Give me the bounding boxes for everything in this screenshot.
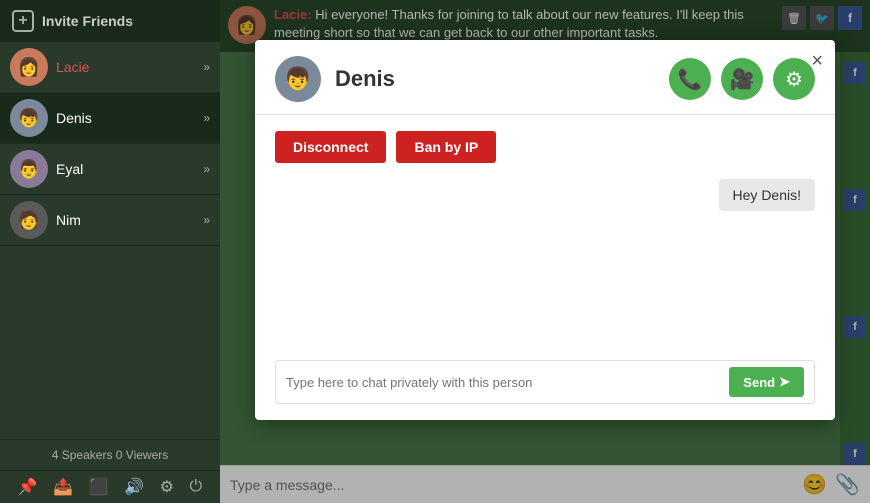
modal-settings-button[interactable]: ⚙ [773, 58, 815, 100]
send-button[interactable]: Send ➤ [729, 367, 804, 397]
app-container: + Invite Friends 👩 Lacie » 👦 Denis » 👨 E… [0, 0, 870, 503]
upload-button[interactable]: 📤 [53, 477, 73, 497]
modal-body: Disconnect Ban by IP Hey Denis! Send ➤ [255, 115, 835, 420]
main-area: 👩 Lacie: Hi everyone! Thanks for joining… [220, 0, 870, 503]
sidebar: + Invite Friends 👩 Lacie » 👦 Denis » 👨 E… [0, 0, 220, 503]
chat-message-bubble: Hey Denis! [719, 179, 815, 211]
private-chat-input-row: Send ➤ [275, 360, 815, 404]
sidebar-item-denis[interactable]: 👦 Denis » [0, 93, 220, 144]
audio-button[interactable]: 🔊 [124, 477, 144, 497]
sidebar-name-eyal: Eyal [56, 161, 203, 177]
modal-avatar: 👦 [275, 56, 321, 102]
avatar-eyal: 👨 [10, 150, 48, 188]
modal-action-row: Disconnect Ban by IP [275, 131, 815, 163]
private-chat-messages: Hey Denis! [275, 179, 815, 348]
speakers-count: 4 Speakers 0 Viewers [0, 439, 220, 470]
avatar-denis: 👦 [10, 99, 48, 137]
user-modal: × 👦 Denis 📞 🎥 ⚙ Disconnect [255, 40, 835, 420]
pin-button[interactable]: 📌 [18, 477, 38, 497]
settings-button[interactable]: ⚙ [160, 477, 174, 497]
avatar-nim: 🧑 [10, 201, 48, 239]
sidebar-item-nim[interactable]: 🧑 Nim » [0, 195, 220, 246]
private-chat-input[interactable] [286, 375, 729, 390]
video-button[interactable]: 🎥 [721, 58, 763, 100]
modal-close-button[interactable]: × [811, 50, 823, 73]
sidebar-action-bar: 📌 📤 ⬛ 🔊 ⚙ ⏻ [0, 470, 220, 503]
ban-ip-button[interactable]: Ban by IP [396, 131, 496, 163]
modal-header: 👦 Denis 📞 🎥 ⚙ [255, 40, 835, 115]
sidebar-name-nim: Nim [56, 212, 203, 228]
sidebar-name-denis: Denis [56, 110, 203, 126]
modal-header-actions: 📞 🎥 ⚙ [669, 58, 815, 100]
power-button[interactable]: ⏻ [190, 477, 203, 497]
invite-friends-button[interactable]: + Invite Friends [0, 0, 220, 42]
send-label: Send [743, 375, 775, 390]
sidebar-name-lacie: Lacie [56, 59, 203, 75]
disconnect-button[interactable]: Disconnect [275, 131, 386, 163]
participants-list: 👩 Lacie » 👦 Denis » 👨 Eyal » 🧑 Nim » [0, 42, 220, 439]
screen-button[interactable]: ⬛ [89, 477, 109, 497]
chevron-icon-denis: » [203, 111, 210, 125]
send-icon: ➤ [779, 374, 790, 390]
avatar-lacie: 👩 [10, 48, 48, 86]
plus-icon: + [12, 10, 34, 32]
chevron-icon-lacie: » [203, 60, 210, 74]
phone-button[interactable]: 📞 [669, 58, 711, 100]
modal-overlay: × 👦 Denis 📞 🎥 ⚙ Disconnect [220, 0, 870, 503]
sidebar-item-lacie[interactable]: 👩 Lacie » [0, 42, 220, 93]
invite-friends-label: Invite Friends [42, 13, 133, 29]
chevron-icon-nim: » [203, 213, 210, 227]
modal-title: Denis [335, 66, 669, 92]
sidebar-item-eyal[interactable]: 👨 Eyal » [0, 144, 220, 195]
chevron-icon-eyal: » [203, 162, 210, 176]
